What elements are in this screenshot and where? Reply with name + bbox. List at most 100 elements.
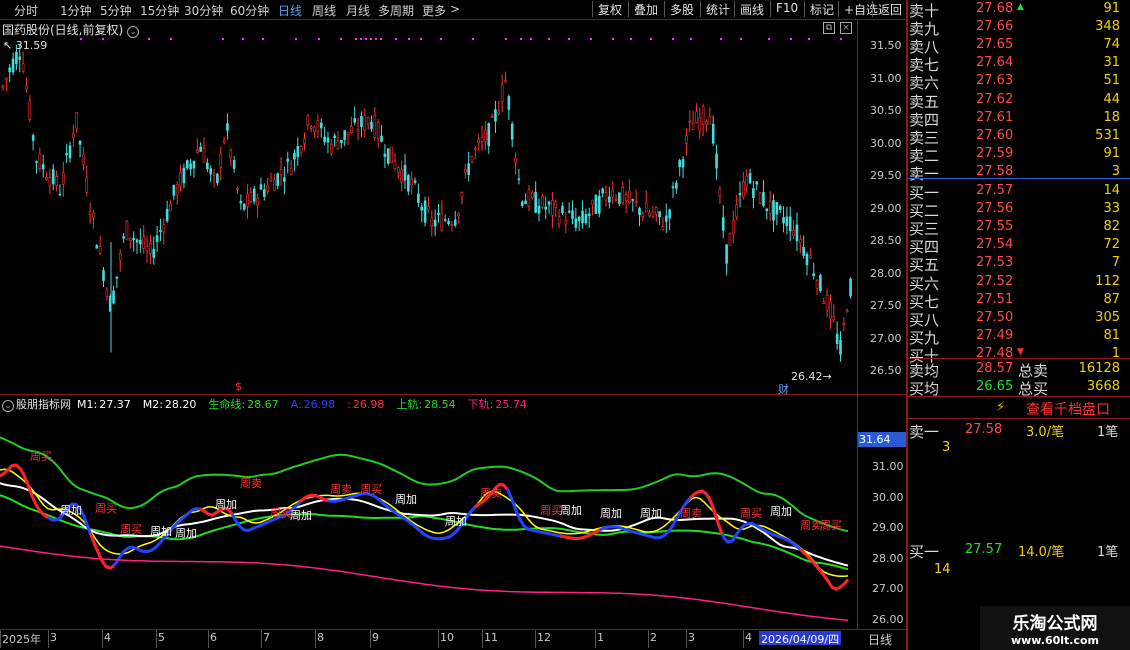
toolbar-button-5[interactable]: F10 xyxy=(770,1,798,17)
candle-body xyxy=(849,278,852,297)
ask-row[interactable]: 卖三 27.60 531 xyxy=(908,127,1124,147)
more-arrow-icon[interactable]: > xyxy=(450,2,460,16)
bid-row[interactable]: 买九 27.49 81 xyxy=(908,327,1124,347)
candle-body xyxy=(319,122,323,129)
ask-row[interactable]: 卖五 27.62 44 xyxy=(908,91,1124,111)
candle-body xyxy=(768,201,772,214)
period-tab-7[interactable]: 周线 xyxy=(312,2,336,19)
ask-row[interactable]: 卖四 27.61 18 xyxy=(908,109,1124,129)
period-tab-6[interactable]: 日线 xyxy=(278,2,302,19)
signal-dot xyxy=(242,38,244,40)
candle-body xyxy=(58,193,62,196)
ask-row[interactable]: 卖七 27.64 31 xyxy=(908,54,1124,74)
window-restore-icon[interactable]: ⧉ xyxy=(823,22,835,34)
candle-body xyxy=(805,253,809,266)
ask-row[interactable]: 卖六 27.63 51 xyxy=(908,72,1124,92)
toolbar-button-6[interactable]: 标记 xyxy=(804,1,834,17)
detail-sell-count: 1笔 xyxy=(1097,425,1119,440)
ask-row[interactable]: 卖十 27.68 91 ▲ xyxy=(908,0,1124,20)
period-tab-5[interactable]: 60分钟 xyxy=(230,2,269,19)
cursor-date: 2026/04/09/四 xyxy=(759,631,842,646)
candle-body xyxy=(256,197,259,206)
candle-body xyxy=(269,178,273,181)
candle-body xyxy=(366,117,370,125)
candle-body xyxy=(638,207,641,216)
candle-body xyxy=(604,192,608,201)
candle-body xyxy=(179,172,182,187)
book-price: 27.57 xyxy=(976,183,1014,198)
toolbar-button-8[interactable]: 返回 xyxy=(872,1,902,17)
signal-dot xyxy=(375,38,377,40)
signal-label: 周加 xyxy=(600,507,622,520)
candle-body xyxy=(98,246,102,254)
candle-body xyxy=(239,200,243,204)
chart-canvas[interactable]: 周买周加 周买周买 周加 周加周加周卖周买周加周卖 周买周加周加周卖周买周加 周加 周加 周卖… xyxy=(0,20,906,650)
toolbar-button-3[interactable]: 统计 xyxy=(700,1,730,17)
main-y-tick: 30.50 xyxy=(870,104,902,117)
signal-dot xyxy=(295,38,297,40)
candle-body xyxy=(259,184,263,190)
period-tab-9[interactable]: 多周期 xyxy=(378,2,414,19)
indicator-name[interactable]: 股朋指标网 xyxy=(16,398,71,411)
period-tab-2[interactable]: 5分钟 xyxy=(100,2,132,19)
candle-body xyxy=(226,123,229,131)
candle-body xyxy=(745,175,749,187)
ask-row[interactable]: 卖八 27.65 74 xyxy=(908,36,1124,56)
close-pane-icon[interactable]: × xyxy=(840,22,852,34)
bid-row[interactable]: 买三 27.55 82 xyxy=(908,218,1124,238)
chevron-down-icon[interactable]: ⌄ xyxy=(127,26,140,38)
book-volume: 82 xyxy=(1103,219,1120,235)
book-volume: 305 xyxy=(1095,309,1120,325)
candle-body xyxy=(216,173,219,184)
toolbar-button-2[interactable]: 多股 xyxy=(664,1,694,17)
signal-label: 周卖 xyxy=(330,483,352,496)
candle-body xyxy=(329,144,333,154)
bid-row[interactable]: 买一 27.57 14 xyxy=(908,182,1124,202)
main-y-tick: 31.50 xyxy=(870,39,902,52)
legend-value: 28.54 xyxy=(424,398,456,411)
high-price-value: 31.59 xyxy=(15,39,48,52)
candle-body xyxy=(376,122,380,139)
bid-row[interactable]: 买八 27.50 305 xyxy=(908,309,1124,329)
toolbar-button-0[interactable]: 复权 xyxy=(592,1,622,17)
candle-body xyxy=(510,123,514,140)
candle-body xyxy=(407,175,410,192)
period-tab-0[interactable]: 分时 xyxy=(14,2,38,19)
candle-body xyxy=(420,206,424,211)
ask-row[interactable]: 卖九 27.66 348 xyxy=(908,18,1124,38)
bid-row[interactable]: 买四 27.54 72 xyxy=(908,236,1124,256)
x-axis-separator xyxy=(438,630,439,648)
period-tab-8[interactable]: 月线 xyxy=(346,2,370,19)
toolbar-button-4[interactable]: 画线 xyxy=(734,1,764,17)
toolbar-button-1[interactable]: 叠加 xyxy=(628,1,658,17)
candle-body xyxy=(222,140,226,143)
signal-label: 周卖 xyxy=(680,507,702,520)
bid-row[interactable]: 买五 27.53 7 xyxy=(908,254,1124,274)
signal-dot xyxy=(340,38,342,40)
period-tab-10[interactable]: 更多 xyxy=(422,2,446,19)
indicator-legend-item: M2: 28.20 xyxy=(143,398,203,411)
x-axis-separator xyxy=(48,630,49,648)
bid-row[interactable]: 买七 27.51 87 xyxy=(908,291,1124,311)
candle-body xyxy=(608,196,611,203)
qiandang-button[interactable]: 查看千档盘口 xyxy=(1026,399,1110,419)
chevron-down-icon[interactable]: ⌄ xyxy=(2,400,14,412)
candle-body xyxy=(658,211,661,218)
period-tab-4[interactable]: 30分钟 xyxy=(184,2,223,19)
ask-row[interactable]: 卖二 27.59 91 xyxy=(908,145,1124,165)
candle-body xyxy=(48,177,52,187)
indicator-y-tick: 29.00 xyxy=(872,521,904,534)
indicator-legend-item: 下轨: 25.74 xyxy=(468,398,533,411)
candle-body xyxy=(798,239,802,244)
book-price: 27.63 xyxy=(976,73,1014,89)
bid-row[interactable]: 买二 27.56 33 xyxy=(908,200,1124,220)
finance-icon[interactable]: 财 xyxy=(778,381,789,397)
bid-row[interactable]: 买六 27.52 112 xyxy=(908,273,1124,293)
main-y-tick: 27.00 xyxy=(870,331,902,345)
period-tab-1[interactable]: 1分钟 xyxy=(60,2,92,19)
period-tab-3[interactable]: 15分钟 xyxy=(140,2,179,19)
candle-body xyxy=(758,192,762,204)
candle-body xyxy=(316,119,320,133)
dollar-marker[interactable]: $ xyxy=(235,380,242,393)
period-label[interactable]: 日线 xyxy=(868,631,892,648)
